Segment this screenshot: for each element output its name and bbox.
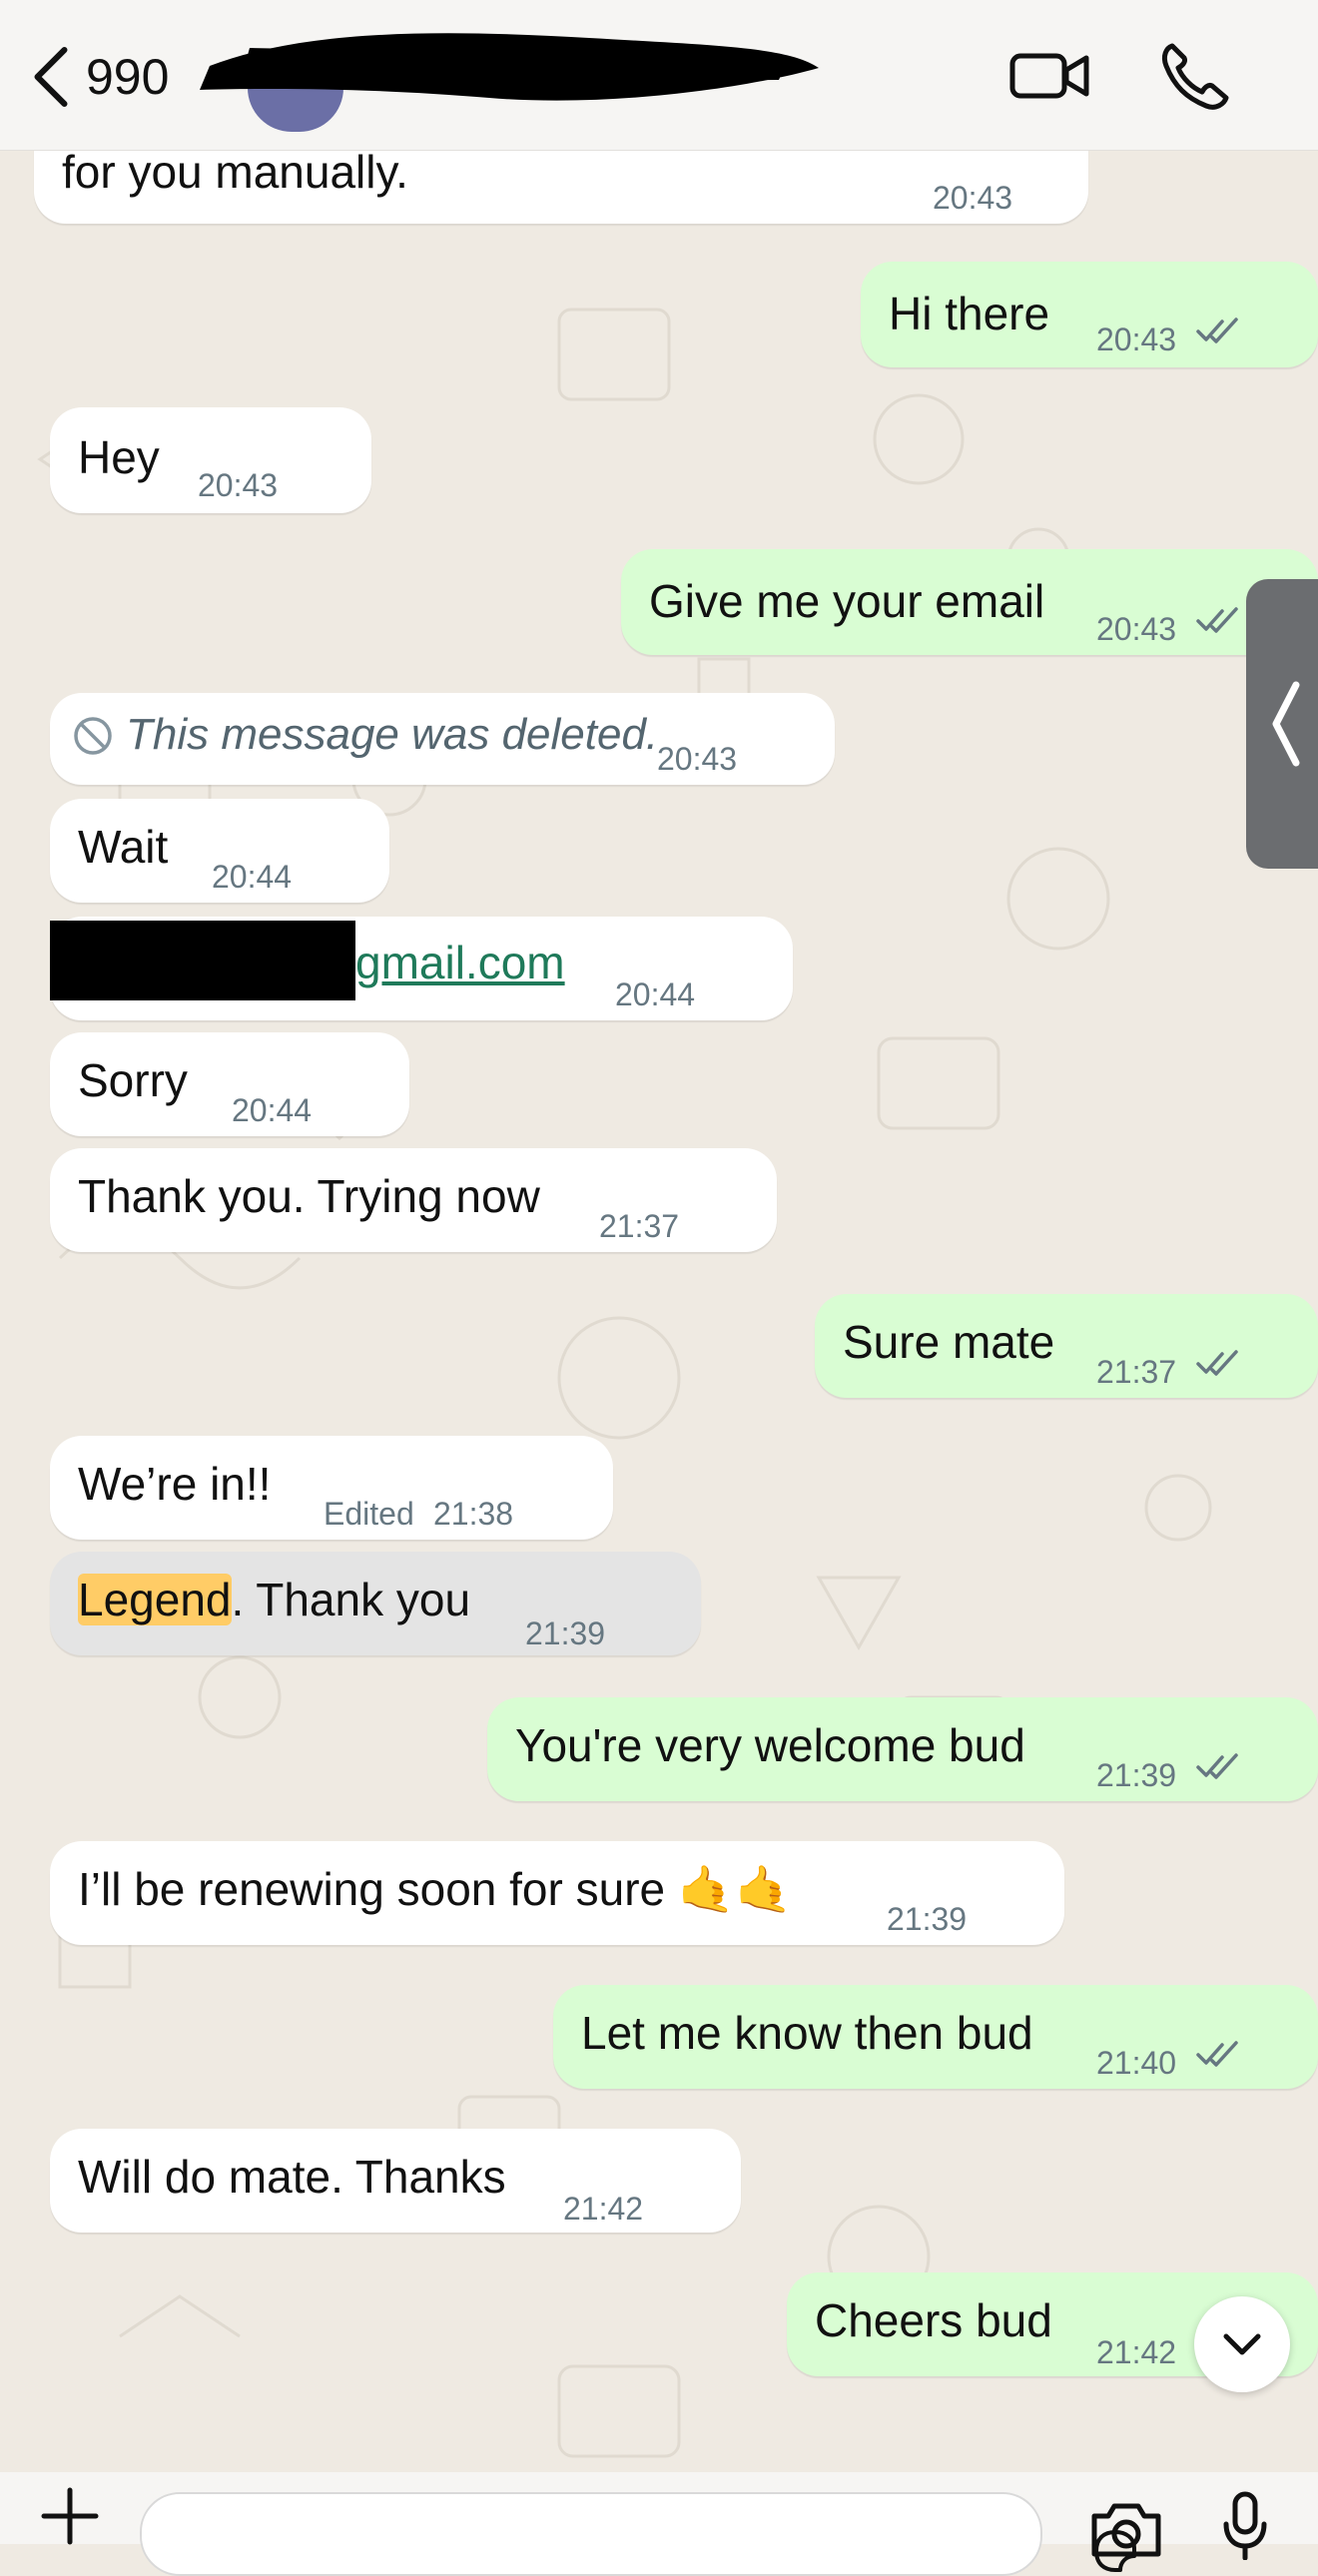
message-time: 20:44 (615, 976, 696, 1012)
message-time: 20:44 (212, 859, 293, 895)
message-time: 21:37 (599, 1208, 680, 1244)
read-ticks-icon (1196, 607, 1238, 633)
plus-icon[interactable] (40, 2486, 100, 2546)
edited-label: Edited (324, 1496, 414, 1532)
message-composer (0, 2472, 1318, 2576)
side-panel-handle[interactable] (1246, 579, 1318, 869)
deleted-message-text: This message was deleted. (126, 710, 659, 759)
message-text: Wait (78, 821, 169, 873)
message-time: 21:38 (433, 1496, 514, 1532)
message-bubble-incoming[interactable]: I’ll be renewing soon for sure 🤙🤙 21:39 (50, 1841, 1064, 1945)
video-camera-icon[interactable] (1008, 46, 1092, 106)
message-bubble-outgoing[interactable]: Give me your email 20:43 (621, 549, 1318, 655)
read-ticks-icon (1196, 2041, 1238, 2067)
message-text: Let me know then bud (581, 2007, 1033, 2059)
message-text: Give me your email (649, 575, 1045, 627)
scroll-to-bottom-button[interactable] (1194, 2296, 1290, 2392)
message-time: 21:42 (1096, 2334, 1177, 2370)
message-bubble-incoming[interactable]: We’re in!! Edited 21:38 (50, 1436, 613, 1540)
message-text: I’ll be renewing soon for sure 🤙🤙 (78, 1863, 793, 1915)
message-time: 21:42 (563, 2191, 644, 2227)
message-text: Sorry (78, 1054, 188, 1106)
chevron-left-icon (1272, 681, 1300, 767)
message-bubble-outgoing[interactable]: You're very welcome bud 21:39 (487, 1697, 1318, 1801)
message-time: 20:43 (657, 741, 738, 777)
message-bubble-incoming[interactable]: Hey 20:43 (50, 407, 371, 513)
email-link[interactable]: gmail.com (355, 935, 565, 990)
message-text: Legend. Thank you (78, 1572, 470, 1627)
chevron-down-icon (1223, 2333, 1261, 2355)
message-text: for you manually. (62, 146, 408, 198)
read-ticks-icon (1196, 318, 1238, 343)
message-text: Cheers bud (815, 2294, 1052, 2346)
message-bubble-outgoing[interactable]: Sure mate 21:37 (815, 1294, 1318, 1398)
deleted-message-bubble[interactable]: This message was deleted. 20:43 (50, 693, 835, 785)
microphone-icon[interactable] (1220, 2490, 1270, 2560)
message-bubble-incoming[interactable]: gmail.com 20:44 (50, 917, 793, 1020)
message-bubble-incoming[interactable]: Sorry 20:44 (50, 1032, 409, 1136)
camera-icon[interactable] (1088, 2498, 1164, 2558)
message-bubble-incoming[interactable]: Will do mate. Thanks 21:42 (50, 2129, 741, 2233)
message-bubble-incoming[interactable]: Thank you. Trying now 21:37 (50, 1148, 777, 1252)
message-bubble-outgoing[interactable]: Let me know then bud 21:40 (553, 1985, 1318, 2089)
message-text-rest: . Thank you (231, 1574, 471, 1625)
chevron-left-icon (34, 47, 68, 107)
message-bubble-incoming[interactable]: Wait 20:44 (50, 799, 389, 903)
search-highlight: Legend (78, 1574, 232, 1625)
message-time: 20:43 (1096, 611, 1177, 647)
message-bubble-outgoing[interactable]: Hi there 20:43 (861, 262, 1318, 367)
message-time: 20:43 (198, 467, 279, 503)
message-time: 21:39 (887, 1901, 968, 1937)
message-input[interactable] (140, 2492, 1136, 2576)
redaction-scribble (200, 33, 819, 101)
read-ticks-icon (1196, 1350, 1238, 1376)
message-time: 21:39 (1096, 1757, 1177, 1793)
message-text: Hi there (889, 288, 1050, 339)
blocked-icon (74, 717, 112, 755)
message-text: Will do mate. Thanks (78, 2151, 506, 2203)
message-text: Hey (78, 431, 160, 483)
message-text: Sure mate (843, 1316, 1055, 1368)
message-text: You're very welcome bud (515, 1719, 1025, 1771)
back-button[interactable]: 990 (28, 42, 188, 112)
chat-header: 990 (0, 0, 1318, 151)
message-text: We’re in!! (78, 1458, 272, 1510)
message-time: 20:43 (1096, 322, 1177, 357)
contact-name[interactable]: 990 (86, 48, 169, 106)
phone-icon[interactable] (1158, 40, 1230, 112)
message-time: 21:39 (525, 1615, 606, 1651)
message-time: 20:44 (232, 1092, 313, 1128)
read-ticks-icon (1196, 1753, 1238, 1779)
message-text: Thank you. Trying now (78, 1170, 540, 1222)
redaction-box (50, 921, 355, 1000)
message-time: 21:40 (1096, 2045, 1177, 2081)
search-result-bubble[interactable]: Legend. Thank you 21:39 (50, 1552, 701, 1655)
message-time: 21:37 (1096, 1354, 1177, 1390)
message-time: 20:43 (933, 180, 1013, 216)
